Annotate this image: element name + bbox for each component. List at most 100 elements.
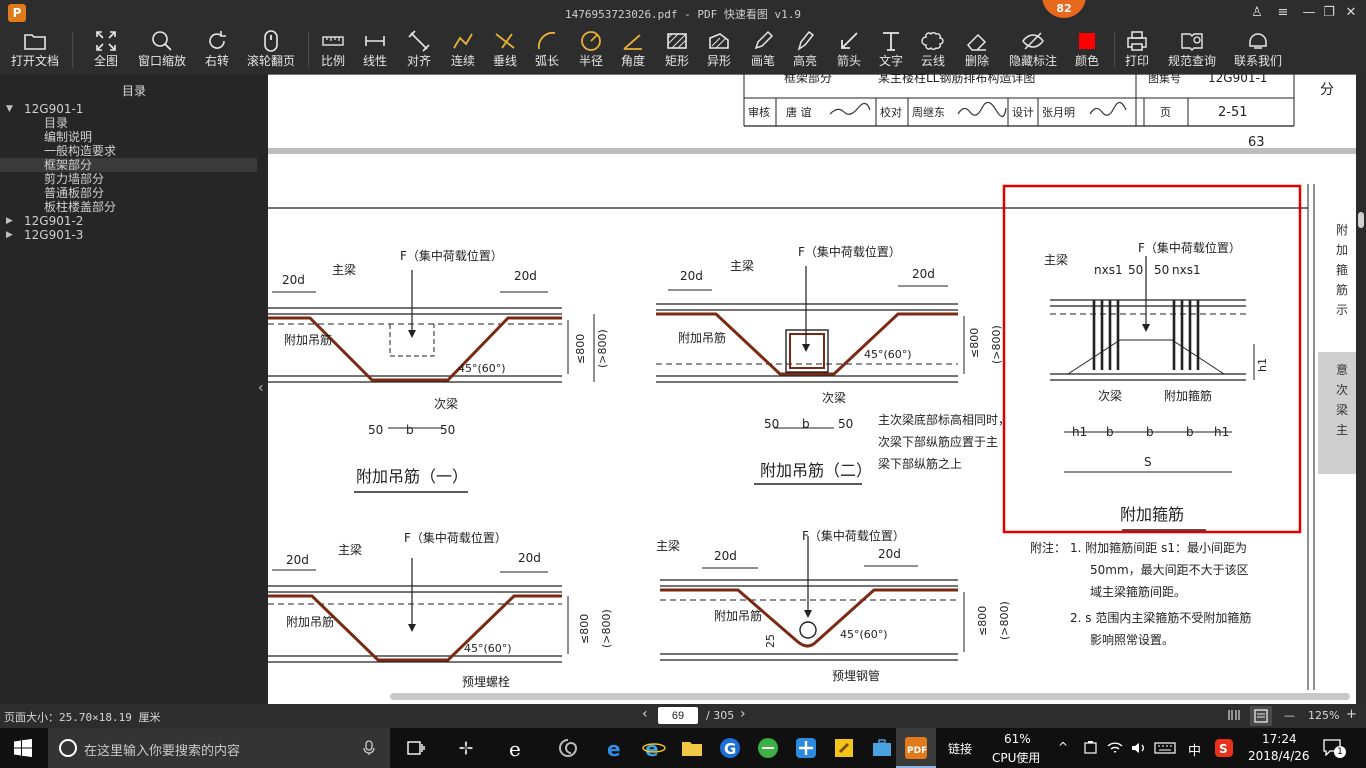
dim-50-left-one: 50 xyxy=(368,423,383,437)
taskbar-search-box[interactable]: 在这里输入你要搜索的内容 xyxy=(48,728,390,768)
pen-label: 画笔 xyxy=(750,54,775,68)
zoom-in-button[interactable]: + xyxy=(1346,707,1357,722)
close-button[interactable]: ✕ xyxy=(1340,3,1362,23)
edge-browser-icon[interactable]: e xyxy=(604,736,628,760)
hide-marks-label: 隐藏标注 xyxy=(1008,54,1057,68)
perpendicular-button[interactable]: 垂线 xyxy=(486,28,524,72)
keyboard-icon[interactable] xyxy=(1154,740,1176,756)
rectangle-button[interactable]: 矩形 xyxy=(658,28,696,72)
horizontal-scroll-thumb[interactable] xyxy=(390,693,1350,700)
outline-root-12g901-2[interactable]: ▶ 12G901-2 xyxy=(0,214,268,228)
minimize-button[interactable]: — xyxy=(1298,3,1320,23)
battery-icon[interactable] xyxy=(1082,740,1100,756)
vertical-scrollbar[interactable] xyxy=(1356,74,1366,704)
pinwheel-app-icon[interactable] xyxy=(454,736,478,760)
print-button[interactable]: 打印 xyxy=(1118,28,1156,72)
clock-time[interactable]: 17:24 xyxy=(1262,732,1297,746)
horizontal-scrollbar[interactable] xyxy=(268,690,1356,704)
radius-label: 半径 xyxy=(578,54,603,68)
title-block-side-label: 分 xyxy=(1320,82,1334,98)
spiral-app-icon[interactable] xyxy=(556,736,580,760)
color-button[interactable]: 颜色 xyxy=(1068,28,1106,72)
side-note-line-1: 主次梁底部标高相同时， xyxy=(878,412,1010,427)
wifi-icon[interactable] xyxy=(1106,740,1124,756)
outline-item-shear-wall[interactable]: 剪力墙部分 xyxy=(0,172,268,186)
irregular-shape-button[interactable]: 异形 xyxy=(700,28,738,72)
user-icon[interactable]: ♙ xyxy=(1246,3,1268,23)
align-measure-button[interactable]: 对齐 xyxy=(400,28,438,72)
arc-length-button[interactable]: 弧长 xyxy=(528,28,566,72)
pen-button[interactable]: 画笔 xyxy=(744,28,782,72)
internet-explorer-icon[interactable]: e xyxy=(642,736,666,760)
outline-item-frame[interactable]: 框架部分 xyxy=(0,158,268,172)
delete-button[interactable]: 删除 xyxy=(958,28,996,72)
action-center-button[interactable]: 1 xyxy=(1322,738,1348,760)
text-button[interactable]: 文字 xyxy=(872,28,910,72)
continuous-measure-button[interactable]: 连续 xyxy=(444,28,482,72)
page-number-input[interactable] xyxy=(658,707,698,724)
edge-legacy-icon[interactable]: e xyxy=(506,736,530,760)
window-zoom-button[interactable]: 窗口缩放 xyxy=(134,28,190,72)
highlight-button[interactable]: 高亮 xyxy=(786,28,824,72)
linear-measure-button[interactable]: 线性 xyxy=(356,28,394,72)
collapse-sidebar-icon[interactable]: ‹ xyxy=(258,380,264,396)
angle-label-four: 45°(60°) xyxy=(464,642,512,655)
notes-app-icon[interactable] xyxy=(832,736,856,760)
standard-query-button[interactable]: 规范查询 xyxy=(1164,28,1220,72)
ime-indicator[interactable]: 中 xyxy=(1188,740,1201,759)
pdf-viewer-taskbar-button[interactable]: PDF xyxy=(896,728,936,768)
side-note-line-2: 次梁下部纵筋应置于主 xyxy=(878,434,998,449)
main-beam-label-three: 主梁 xyxy=(1044,252,1068,267)
prev-page-button[interactable]: ‹ xyxy=(642,706,648,722)
start-button[interactable] xyxy=(14,739,32,757)
review-label: 审核 xyxy=(748,105,770,119)
link-toolbar-label[interactable]: 链接 xyxy=(948,740,972,757)
dim-h1-right: h1 xyxy=(1214,425,1229,439)
angle-button[interactable]: 角度 xyxy=(614,28,652,72)
two-page-view-icon[interactable] xyxy=(1226,708,1242,725)
outline-root-12g901-1[interactable]: ▼ 12G901-1 xyxy=(0,102,268,116)
briefcase-app-icon[interactable] xyxy=(870,736,894,760)
restore-button[interactable]: ❐ xyxy=(1318,3,1340,23)
designer-name: 张月明 xyxy=(1042,106,1075,119)
zoom-out-button[interactable]: — xyxy=(1284,709,1295,722)
outline-root-12g901-3[interactable]: ▶ 12G901-3 xyxy=(0,228,268,242)
browser-g-icon[interactable]: G xyxy=(718,736,742,760)
outline-item-toc[interactable]: 目录 xyxy=(0,116,268,130)
h1-vertical: h1 xyxy=(1256,358,1269,372)
next-page-button[interactable]: › xyxy=(740,706,746,722)
expanded-arrow-icon[interactable]: ▼ xyxy=(6,102,13,116)
collapsed-arrow-icon[interactable]: ▶ xyxy=(6,228,13,242)
hide-marks-button[interactable]: 隐藏标注 xyxy=(1006,28,1060,72)
outline-item-flat-slab[interactable]: 板柱楼盖部分 xyxy=(0,200,268,214)
clock-date[interactable]: 2018/4/26 xyxy=(1248,749,1310,763)
contact-us-button[interactable]: 联系我们 xyxy=(1230,28,1286,72)
volume-icon[interactable] xyxy=(1130,740,1148,756)
document-view[interactable]: 框架部分 某主楼柱LL钢筋排布构造详图 图集号 12G901-1 分 审核 唐 … xyxy=(268,74,1356,690)
scale-button[interactable]: 比例 xyxy=(314,28,352,72)
microphone-icon[interactable] xyxy=(362,740,376,756)
sogou-input-icon[interactable]: S xyxy=(1214,738,1234,758)
arrow-button[interactable]: 箭头 xyxy=(830,28,868,72)
tray-expand-icon[interactable]: ^ xyxy=(1058,740,1068,754)
scroll-page-button[interactable]: 滚轮翻页 xyxy=(244,28,298,72)
vertical-scroll-thumb[interactable] xyxy=(1358,212,1364,228)
d20-right-four: 20d xyxy=(518,551,541,565)
fit-all-button[interactable]: 全图 xyxy=(88,28,124,72)
menu-icon[interactable]: ≡ xyxy=(1272,3,1294,23)
cloud-line-button[interactable]: 云线 xyxy=(914,28,952,72)
single-page-view-icon[interactable] xyxy=(1250,706,1272,726)
dim-s: S xyxy=(1144,455,1152,469)
dim-50-left-two: 50 xyxy=(764,417,779,431)
rotate-right-button[interactable]: 右转 xyxy=(198,28,236,72)
open-document-button[interactable]: 打开文档 xyxy=(6,28,64,72)
outline-item-general[interactable]: 一般构造要求 xyxy=(0,144,268,158)
collapsed-arrow-icon[interactable]: ▶ xyxy=(6,214,13,228)
remote-app-icon[interactable] xyxy=(794,736,818,760)
task-view-icon[interactable] xyxy=(404,736,428,760)
green-app-icon[interactable] xyxy=(756,736,780,760)
radius-button[interactable]: 半径 xyxy=(572,28,610,72)
outline-item-slab[interactable]: 普通板部分 xyxy=(0,186,268,200)
outline-item-preparation[interactable]: 编制说明 xyxy=(0,130,268,144)
file-explorer-icon[interactable] xyxy=(680,736,704,760)
